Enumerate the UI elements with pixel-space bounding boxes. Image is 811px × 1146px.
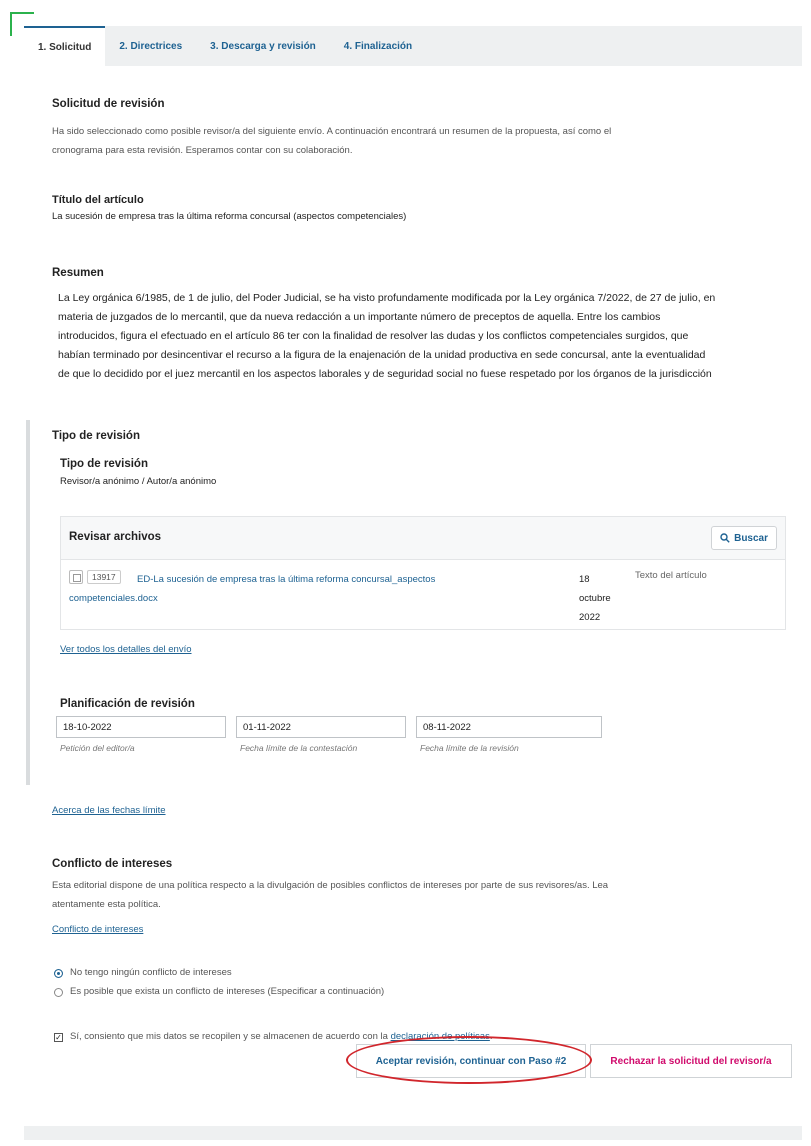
request-heading: Solicitud de revisión bbox=[52, 98, 165, 110]
file-type: Texto del artículo bbox=[635, 570, 707, 581]
file-name-line1: ED-La sucesión de empresa tras la última… bbox=[137, 574, 436, 585]
request-intro-line1: Ha sido seleccionado como posible reviso… bbox=[52, 126, 612, 137]
no-conflict-radio[interactable] bbox=[54, 969, 63, 978]
response-due-date-caption: Fecha límite de la contestación bbox=[240, 743, 358, 753]
file-date-month: octubre bbox=[579, 593, 611, 604]
request-intro-line2: cronograma para esta revisión. Esperamos… bbox=[52, 145, 353, 156]
section-indent-rule bbox=[26, 420, 30, 785]
review-due-date-field[interactable]: 08-11-2022 bbox=[416, 716, 602, 738]
abstract-label: Resumen bbox=[52, 267, 104, 279]
tab-finalizacion[interactable]: 4. Finalización bbox=[330, 26, 426, 66]
abstract-line: introducidos, figura el efectuado en el … bbox=[58, 330, 689, 342]
review-type-outer-label: Tipo de revisión bbox=[52, 430, 140, 442]
response-due-date-field[interactable]: 01-11-2022 bbox=[236, 716, 406, 738]
file-download-link-cont[interactable]: competenciales.docx bbox=[69, 589, 469, 608]
schedule-heading: Planificación de revisión bbox=[60, 698, 195, 710]
abstract-line: habían terminado por desincentivar el re… bbox=[58, 349, 706, 361]
consent-checkbox[interactable]: ✓ bbox=[54, 1033, 63, 1042]
abstract-line: de que lo decidido por el juez mercantil… bbox=[58, 368, 712, 380]
search-button[interactable]: Buscar bbox=[711, 526, 777, 550]
conflict-heading: Conflicto de intereses bbox=[52, 858, 173, 870]
decline-review-button[interactable]: Rechazar la solicitud del revisor/a bbox=[590, 1044, 792, 1078]
consent-text: Sí, consiento que mis datos se recopilen… bbox=[70, 1031, 388, 1042]
file-download-link[interactable]: ED-La sucesión de empresa tras la última… bbox=[137, 570, 537, 589]
step-tabs: 1. Solicitud 2. Directrices 3. Descarga … bbox=[24, 26, 802, 66]
file-date-day: 18 bbox=[579, 574, 590, 585]
table-row: 13917 ED-La sucesión de empresa tras la … bbox=[61, 559, 785, 629]
conflict-policy-link[interactable]: Conflicto de intereses bbox=[52, 924, 143, 935]
accept-review-button[interactable]: Aceptar revisión, continuar con Paso #2 bbox=[356, 1044, 586, 1078]
editor-request-date-caption: Petición del editor/a bbox=[60, 743, 135, 753]
review-files-header: Revisar archivos Buscar bbox=[61, 517, 785, 559]
file-name-line2: competenciales.docx bbox=[69, 593, 158, 604]
consent-suffix: . bbox=[489, 1031, 493, 1042]
no-conflict-label: No tengo ningún conflicto de intereses bbox=[70, 967, 232, 978]
tab-directrices[interactable]: 2. Directrices bbox=[105, 26, 196, 66]
tab-solicitud[interactable]: 1. Solicitud bbox=[24, 26, 106, 66]
editor-request-date-field[interactable]: 18-10-2022 bbox=[56, 716, 226, 738]
view-details-link[interactable]: Ver todos los detalles del envío bbox=[60, 644, 192, 655]
possible-conflict-radio[interactable] bbox=[54, 988, 63, 997]
review-type-label: Tipo de revisión bbox=[60, 458, 148, 470]
search-icon bbox=[720, 533, 730, 543]
tab-descarga-revision[interactable]: 3. Descarga y revisión bbox=[196, 26, 330, 66]
review-files-title: Revisar archivos bbox=[69, 531, 162, 543]
file-id-badge: 13917 bbox=[87, 570, 121, 584]
possible-conflict-label: Es posible que exista un conflicto de in… bbox=[70, 986, 385, 997]
document-icon bbox=[69, 570, 83, 584]
review-due-date-caption: Fecha límite de la revisión bbox=[420, 743, 519, 753]
conflict-text-line1: Esta editorial dispone de una política r… bbox=[52, 880, 609, 891]
review-files-panel: Revisar archivos Buscar 13917 ED-La suce… bbox=[60, 516, 786, 630]
about-deadlines-link[interactable]: Acerca de las fechas límite bbox=[52, 805, 166, 816]
conflict-text-line2: atentamente esta política. bbox=[52, 899, 161, 910]
search-button-label: Buscar bbox=[734, 532, 768, 544]
policy-statement-link[interactable]: declaración de políticas bbox=[391, 1031, 490, 1042]
article-title-label: Título del artículo bbox=[52, 194, 144, 206]
review-type-value: Revisor/a anónimo / Autor/a anónimo bbox=[60, 476, 217, 487]
article-title: La sucesión de empresa tras la última re… bbox=[52, 211, 407, 222]
file-date: 18 octubre 2022 bbox=[579, 570, 629, 627]
abstract-line: materia de juzgados de lo mercantil, que… bbox=[58, 311, 661, 323]
file-date-year: 2022 bbox=[579, 612, 601, 623]
abstract-line: La Ley orgánica 6/1985, de 1 de julio, d… bbox=[58, 292, 716, 304]
